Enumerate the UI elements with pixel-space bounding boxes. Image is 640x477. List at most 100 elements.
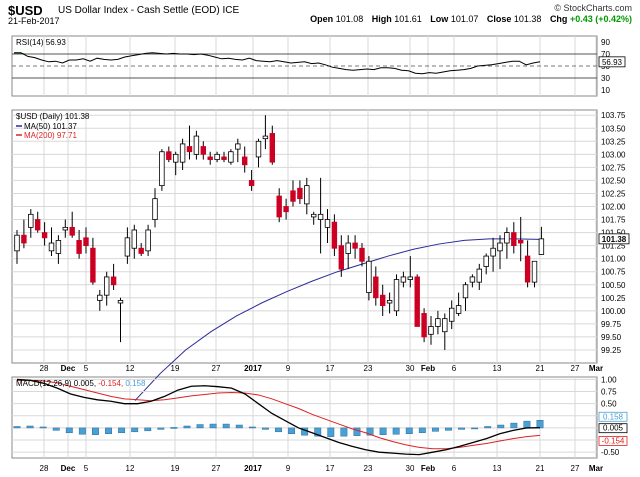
macd-hist-bar [144,427,152,432]
price-tick-label: 99.75 [601,320,622,329]
candle-body [228,151,234,163]
macd-hist-bar [209,423,217,429]
macd-hist-bar [39,426,47,429]
rsi-legend: RSI(14) 56.93 [16,38,66,47]
x-tick-label: 21 [536,364,545,373]
macd-hist-bar [510,422,518,429]
chart-root: $USD US Dollar Index - Cash Settle (EOD)… [0,0,640,477]
macd-tick-label: -0.50 [601,448,620,457]
macd-x-tick-label: 27 [571,464,580,473]
macd-hist-bar [340,427,348,437]
candle-body [524,255,531,283]
macd-tick-label: 0.50 [601,400,617,409]
candle [421,308,427,343]
price-tick-label: 102.25 [601,189,626,198]
candle-body [442,318,448,333]
macd-hist-bar [222,423,230,429]
candle-body [379,294,386,307]
candle-body [317,213,324,220]
candle-body [166,151,172,160]
macd-hist-bar [523,420,531,429]
candle-body [304,185,310,205]
macd-hist-bar [196,424,204,429]
macd-hist-bar [405,427,413,434]
candle [159,149,165,191]
candle-body [483,255,489,267]
candle [414,274,420,327]
macd-last-label: 0.005 [603,424,624,433]
macd-x-tick-label: 21 [536,464,545,473]
candle-body [400,276,407,283]
candle-body [352,242,358,249]
macd-hist-bar [131,427,139,433]
candle-body [469,276,476,283]
macd-x-tick-label: 30 [406,464,415,473]
candle-body [138,247,144,254]
candle-body [511,232,517,247]
x-tick-label: 12 [126,364,135,373]
ma50-legend: MA(50) 101.37 [24,122,77,131]
candle-body [455,305,462,314]
x-tick-label: Feb [421,364,435,373]
candle-body [90,247,96,283]
candle-body [448,307,455,322]
macd-tick-label: 1.00 [601,375,617,384]
candle-body [359,247,365,262]
candle-body [504,232,510,244]
candle [393,274,400,317]
candle-body [55,240,62,254]
macd-x-tick-label: 13 [493,464,502,473]
candle-body [172,153,179,163]
candle-body [14,234,20,252]
macd-hist-bar [327,427,335,437]
price-tick-label: 99.25 [601,346,622,355]
x-tick-label: 13 [493,364,502,373]
candle-body [373,276,379,299]
candle-body [69,226,75,236]
macd-hist-bar [157,427,165,430]
candle-body [490,247,496,257]
macd-x-tick-label: 9 [286,464,291,473]
macd-legend-signal: -0.154, [98,379,125,388]
x-tick-label: 19 [171,364,180,373]
candle-body [104,276,110,296]
candle-body [207,156,213,160]
macd-hist-bar [118,427,126,434]
macd-hist-bar [183,425,191,429]
candle-body [48,242,55,252]
candle-body [248,180,255,187]
candle-body [83,237,89,247]
macd-x-tick-label: 2017 [244,464,262,473]
candle-body [262,135,269,140]
macd-hist-bar [431,427,439,432]
price-tick-label: 100.75 [601,268,626,277]
macd-hist-bar [170,427,178,429]
macd-legend: MACD(12,26,9) 0.005, -0.154, 0.158 [16,379,146,388]
macd-hist-bar [458,427,466,430]
macd-x-tick-label: 5 [84,464,89,473]
macd-hist-bar [484,426,492,429]
macd-hist-bar [288,427,296,434]
x-tick-label: 28 [40,364,49,373]
price-tick-label: 101.00 [601,255,626,264]
candle-body [97,294,103,301]
macd-hist-bar [78,427,86,435]
candle-body [241,156,248,166]
candle-body [41,232,48,239]
macd-hist-bar [26,425,34,429]
candle-body [345,242,351,254]
rsi-tick-label: 10 [601,86,610,95]
macd-x-tick-label: 27 [212,464,221,473]
ma200-legend: MA(200) 97.71 [24,131,77,140]
macd-x-tick-label: 19 [171,464,180,473]
price-tick-label: 102.00 [601,203,626,212]
price-tick-label: 102.75 [601,163,626,172]
price-tick-label: 103.75 [601,111,626,120]
macd-hist-bar [392,427,400,435]
candle-body [386,300,393,304]
macd-panel-frame [11,376,598,459]
x-tick-label: 27 [212,364,221,373]
macd-hist-bar [52,427,60,431]
x-tick-label: 2017 [244,364,262,373]
candle [228,149,234,165]
